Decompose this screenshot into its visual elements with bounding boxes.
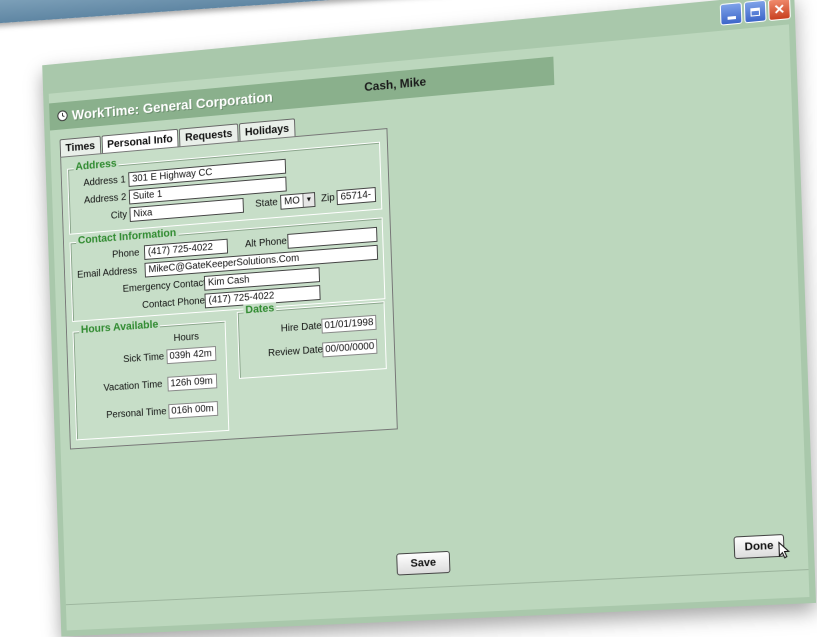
app-window: ✕ WorkTime: General Corporation Cash, Mi… <box>42 0 817 637</box>
zip-label: Zip <box>320 192 335 205</box>
sick-time-value: 039h 42m <box>166 345 217 365</box>
done-button-label: Done <box>744 539 774 554</box>
hours-available-group: Hours Available Hours Sick Time 039h 42m… <box>72 318 230 441</box>
pointer-cursor-icon <box>777 541 792 560</box>
status-bar <box>65 569 810 631</box>
user-name: Cash, Mike <box>364 74 427 95</box>
vacation-time-label: Vacation Time <box>103 379 163 394</box>
window-content: WorkTime: General Corporation Cash, Mike… <box>49 24 810 631</box>
hire-date-value: 01/01/1998 <box>321 314 377 334</box>
contact-phone-label: Contact Phone <box>141 295 206 312</box>
address-group-label: Address <box>73 157 119 174</box>
state-select[interactable]: MO ▼ <box>280 192 316 210</box>
alt-phone-label: Alt Phone <box>244 235 288 251</box>
close-button[interactable]: ✕ <box>767 0 791 22</box>
email-label: Email Address <box>77 265 138 281</box>
emergency-contact-label: Emergency Contact <box>122 277 207 295</box>
review-date-value: 00/00/0000 <box>322 338 378 358</box>
personal-time-label: Personal Time <box>106 406 167 421</box>
phone-label: Phone <box>111 247 140 261</box>
hours-available-group-label: Hours Available <box>78 318 161 337</box>
chevron-down-icon[interactable]: ▼ <box>302 193 315 207</box>
city-label: City <box>110 209 128 222</box>
zip-field[interactable]: 65714- <box>336 187 377 206</box>
minimize-button[interactable] <box>719 2 743 26</box>
maximize-button[interactable] <box>743 0 767 24</box>
save-button[interactable]: Save <box>396 550 451 576</box>
done-button[interactable]: Done <box>733 533 784 559</box>
maximize-icon <box>750 6 761 17</box>
sick-time-label: Sick Time <box>123 351 165 366</box>
state-select-value: MO <box>284 195 300 208</box>
state-label: State <box>255 197 278 210</box>
address1-label: Address 1 <box>83 174 126 189</box>
personal-info-panel: Address Address 1 301 E Highway CC Addre… <box>60 128 398 450</box>
address2-label: Address 2 <box>83 192 127 207</box>
background-window <box>0 0 451 25</box>
close-icon: ✕ <box>773 0 786 18</box>
hours-column-header: Hours <box>173 331 200 345</box>
personal-time-value: 016h 00m <box>168 401 219 419</box>
minimize-icon <box>727 16 736 20</box>
dates-group: Dates Hire Date 01/01/1998 Review Date 0… <box>236 301 387 379</box>
review-date-label: Review Date <box>267 344 324 360</box>
hire-date-label: Hire Date <box>280 320 322 335</box>
vacation-time-value: 126h 09m <box>167 373 218 392</box>
dates-group-label: Dates <box>243 302 277 317</box>
clock-icon <box>57 109 69 122</box>
